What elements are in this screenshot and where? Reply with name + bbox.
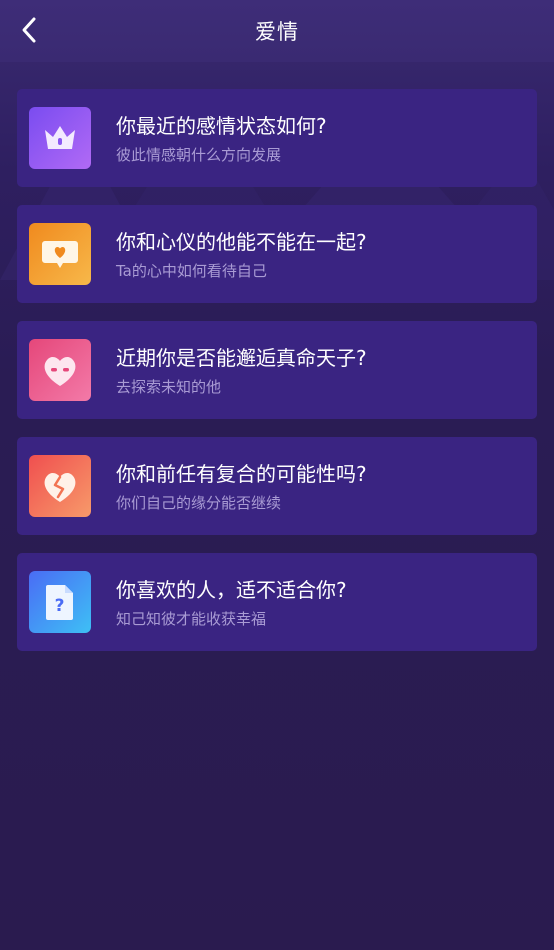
question-list: 你最近的感情状态如何? 彼此情感朝什么方向发展 你和心仪的他能不能在一起? Ta… [17, 89, 537, 669]
question-card-emotion-status[interactable]: 你最近的感情状态如何? 彼此情感朝什么方向发展 [17, 89, 537, 187]
page-title: 爱情 [255, 20, 299, 44]
card-subtitle: 彼此情感朝什么方向发展 [116, 146, 282, 164]
question-card-suitable-person[interactable]: ? 你喜欢的人，适不适合你? 知己知彼才能收获幸福 [17, 553, 537, 651]
card-title: 你最近的感情状态如何? [116, 114, 327, 138]
card-title: 你和前任有复合的可能性吗? [116, 462, 367, 486]
broken-heart-icon [44, 473, 76, 502]
crown-icon-box [29, 107, 91, 169]
card-title: 你和心仪的他能不能在一起? [116, 230, 367, 254]
question-card-crush-together[interactable]: 你和心仪的他能不能在一起? Ta的心中如何看待自己 [17, 205, 537, 303]
question-card-ex-reunion[interactable]: 你和前任有复合的可能性吗? 你们自己的缘分能否继续 [17, 437, 537, 535]
heart-face-icon-box [29, 339, 91, 401]
card-subtitle: 知己知彼才能收获幸福 [116, 610, 267, 628]
crown-icon [45, 126, 75, 149]
card-subtitle: 去探索未知的他 [116, 378, 222, 396]
question-document-icon: ? [46, 585, 73, 620]
card-title: 你喜欢的人，适不适合你? [116, 578, 347, 602]
card-title: 近期你是否能邂逅真命天子? [116, 346, 367, 370]
heart-face-icon [44, 357, 76, 386]
card-subtitle: 你们自己的缘分能否继续 [116, 494, 282, 512]
svg-text:?: ? [55, 596, 65, 616]
heart-message-icon [42, 241, 78, 268]
question-document-icon-box: ? [29, 571, 91, 633]
heart-message-icon-box [29, 223, 91, 285]
card-subtitle: Ta的心中如何看待自己 [116, 262, 267, 280]
question-card-meet-destiny[interactable]: 近期你是否能邂逅真命天子? 去探索未知的他 [17, 321, 537, 419]
broken-heart-icon-box [29, 455, 91, 517]
header-bar: 爱情 [0, 0, 554, 62]
